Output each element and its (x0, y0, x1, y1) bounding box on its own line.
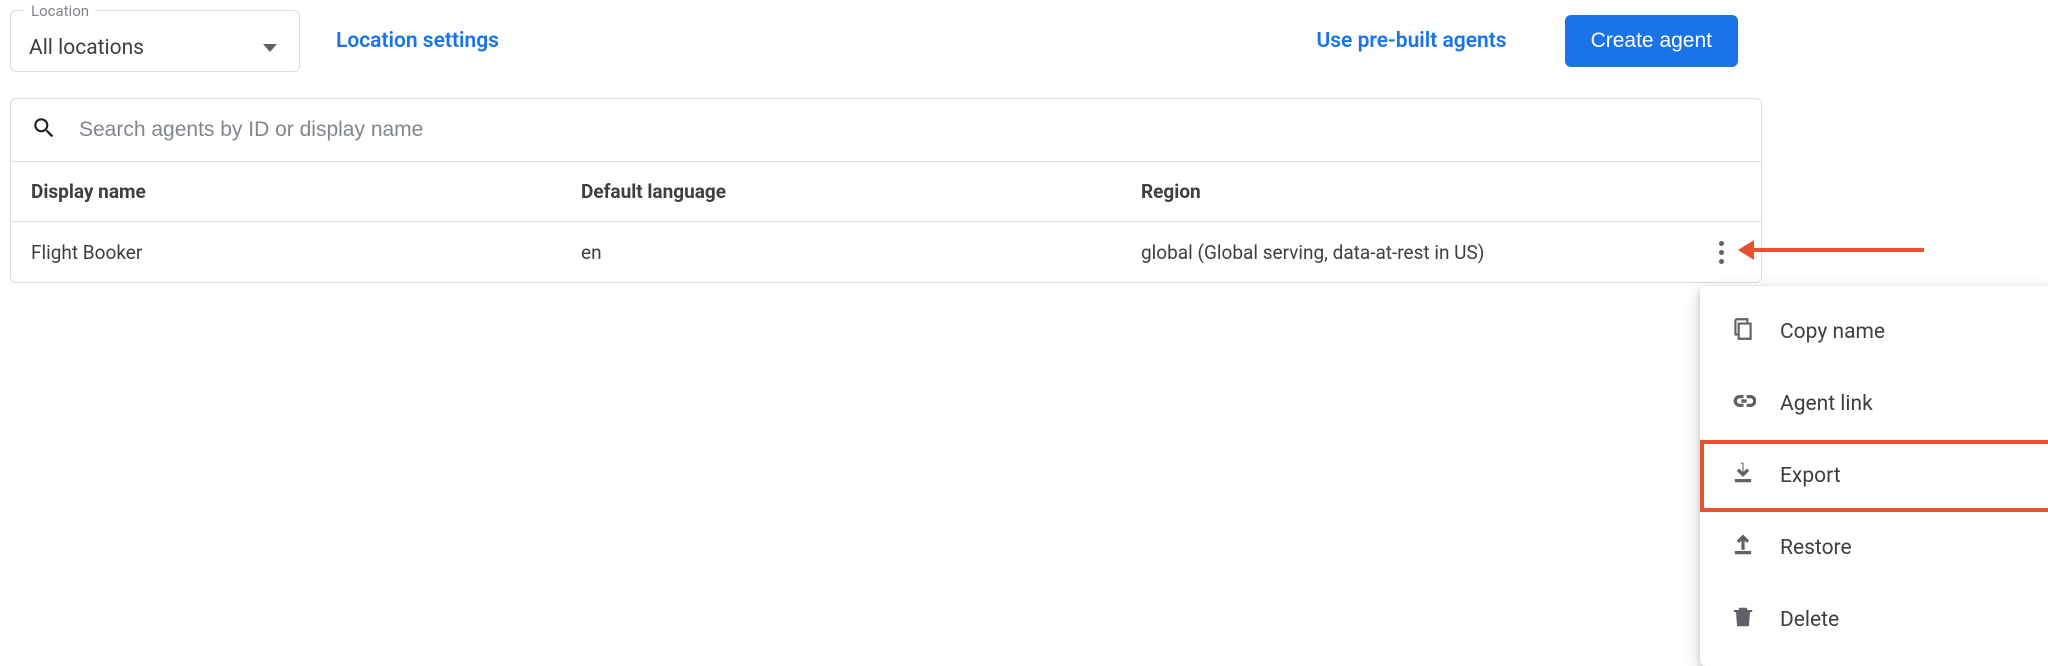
copy-icon (1730, 316, 1756, 348)
cell-default-language: en (581, 241, 1141, 264)
header-default-language: Default language (581, 180, 1141, 203)
page-root: Location All locations Location settings… (0, 0, 2048, 664)
cell-display-name: Flight Booker (31, 241, 581, 264)
annotation-arrow (1744, 245, 1924, 255)
menu-delete[interactable]: Delete (1700, 584, 2048, 656)
agents-table: Display name Default language Region Fli… (10, 98, 1762, 283)
location-settings-link[interactable]: Location settings (336, 29, 499, 53)
row-context-menu: Copy name Agent link Export Restore Dele… (1700, 286, 2048, 666)
search-bar (11, 99, 1761, 162)
menu-agent-link[interactable]: Agent link (1700, 368, 2048, 440)
create-agent-button[interactable]: Create agent (1565, 15, 1738, 67)
download-icon (1730, 460, 1756, 492)
row-actions-button[interactable] (1711, 233, 1732, 272)
table-header: Display name Default language Region (11, 162, 1761, 222)
cell-region: global (Global serving, data-at-rest in … (1141, 241, 1701, 264)
delete-icon (1730, 604, 1756, 636)
menu-copy-name[interactable]: Copy name (1700, 296, 2048, 368)
menu-label: Export (1780, 464, 1841, 488)
header-display-name: Display name (31, 180, 581, 203)
menu-label: Delete (1780, 608, 1839, 632)
location-value: All locations (29, 36, 263, 60)
menu-export[interactable]: Export (1700, 440, 2048, 512)
top-bar: Location All locations Location settings… (10, 0, 2038, 72)
menu-label: Agent link (1780, 392, 1873, 416)
upload-icon (1730, 532, 1756, 564)
menu-restore[interactable]: Restore (1700, 512, 2048, 584)
link-icon (1730, 388, 1756, 420)
search-icon (31, 115, 57, 145)
location-select[interactable]: Location All locations (10, 10, 300, 72)
header-region: Region (1141, 180, 1701, 203)
dropdown-icon (263, 44, 277, 52)
search-input[interactable] (77, 117, 1741, 143)
location-label: Location (25, 2, 95, 20)
menu-label: Copy name (1780, 320, 1885, 344)
table-row[interactable]: Flight Booker en global (Global serving,… (11, 222, 1761, 282)
menu-label: Restore (1780, 536, 1852, 560)
use-prebuilt-agents-link[interactable]: Use pre-built agents (1316, 29, 1506, 53)
